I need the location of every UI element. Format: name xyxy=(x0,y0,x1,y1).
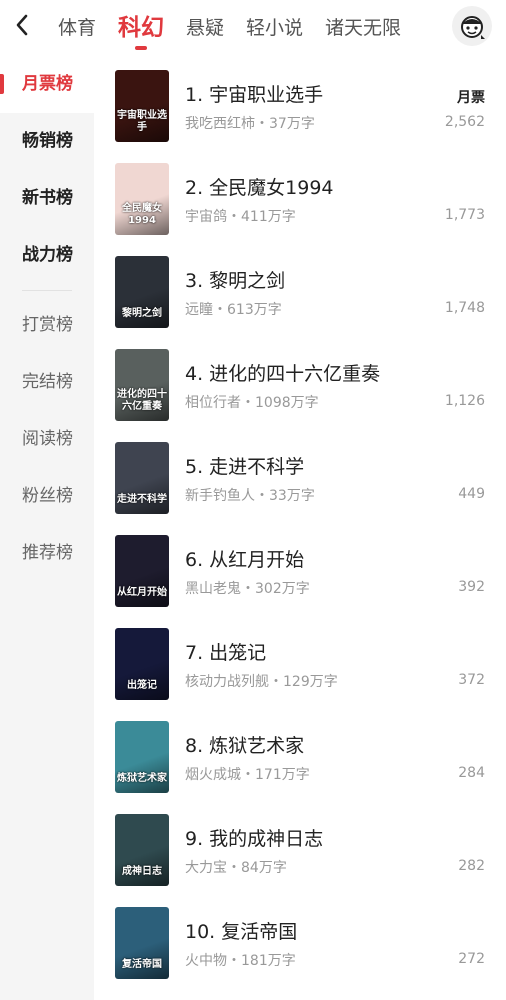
sidebar-item-label: 粉丝榜 xyxy=(22,486,73,506)
book-meta: 相位行者・1098万字 xyxy=(185,395,319,411)
cover-title: 走进不科学 xyxy=(117,494,167,505)
book-cover[interactable]: 成神日志 xyxy=(115,814,169,886)
back-arrow-icon[interactable] xyxy=(8,10,36,40)
book-title: 8. 炼狱艺术家 xyxy=(185,735,305,757)
list-item[interactable]: 进化的四十六亿重奏 4. 进化的四十六亿重奏 相位行者・1098万字 1,126 xyxy=(94,335,506,428)
sidebar-item-label: 阅读榜 xyxy=(22,429,73,449)
column-header: 月票 xyxy=(457,90,485,106)
list-item[interactable]: 宇宙职业选手 1. 宇宙职业选手 月票 我吃西红柿・37万字 2,562 xyxy=(94,56,506,149)
book-meta: 新手钓鱼人・33万字 xyxy=(185,488,315,504)
ticket-count: 392 xyxy=(458,579,485,595)
book-title: 3. 黎明之剑 xyxy=(185,270,286,292)
book-meta: 核动力战列舰・129万字 xyxy=(185,674,338,690)
book-cover[interactable]: 从红月开始 xyxy=(115,535,169,607)
book-title: 10. 复活帝国 xyxy=(185,921,298,943)
book-cover[interactable]: 黎明之剑 xyxy=(115,256,169,328)
tab-label: 体育 xyxy=(58,17,97,39)
tab-infinite-worlds[interactable]: 诸天无限 xyxy=(325,2,401,54)
cover-title: 进化的四十六亿重奏 xyxy=(117,389,167,412)
list-item[interactable]: 成神日志 9. 我的成神日志 大力宝・84万字 282 xyxy=(94,800,506,893)
book-cover[interactable]: 复活帝国 xyxy=(115,907,169,979)
list-item[interactable]: 炼狱艺术家 8. 炼狱艺术家 烟火成城・171万字 284 xyxy=(94,707,506,800)
book-title: 7. 出笼记 xyxy=(185,642,267,664)
book-cover[interactable]: 出笼记 xyxy=(115,628,169,700)
book-meta: 黑山老鬼・302万字 xyxy=(185,581,310,597)
book-title: 9. 我的成神日志 xyxy=(185,828,324,850)
cover-title: 复活帝国 xyxy=(122,959,162,970)
sidebar-item-label: 月票榜 xyxy=(22,74,73,94)
tab-scifi[interactable]: 科幻 xyxy=(118,2,164,54)
list-item[interactable]: 复活帝国 10. 复活帝国 火中物・181万字 272 xyxy=(94,893,506,986)
cover-title: 成神日志 xyxy=(122,866,162,877)
book-title: 4. 进化的四十六亿重奏 xyxy=(185,363,381,385)
book-meta: 大力宝・84万字 xyxy=(185,860,287,876)
tab-label: 科幻 xyxy=(118,15,165,41)
cover-title: 炼狱艺术家 xyxy=(117,773,167,784)
list-item[interactable]: 走进不科学 5. 走进不科学 新手钓鱼人・33万字 449 xyxy=(94,428,506,521)
sidebar-item-power[interactable]: 战力榜 xyxy=(0,227,94,284)
book-cover[interactable]: 宇宙职业选手 xyxy=(115,70,169,142)
list-item[interactable]: 全民魔女1994 2. 全民魔女1994 宇宙鸽・411万字 1,773 xyxy=(94,149,506,242)
sidebar-item-label: 畅销榜 xyxy=(22,131,73,151)
ranking-list: 宇宙职业选手 1. 宇宙职业选手 月票 我吃西红柿・37万字 2,562 全民魔… xyxy=(94,56,506,986)
cover-title: 从红月开始 xyxy=(117,587,167,598)
active-tab-indicator xyxy=(135,46,148,50)
sidebar-item-monthly-ticket[interactable]: 月票榜 xyxy=(0,56,94,113)
ticket-count: 284 xyxy=(458,765,485,781)
book-title: 6. 从红月开始 xyxy=(185,549,305,571)
sidebar-item-reading[interactable]: 阅读榜 xyxy=(0,411,94,468)
book-title: 2. 全民魔女1994 xyxy=(185,177,334,199)
ticket-count: 1,773 xyxy=(444,207,485,223)
book-meta: 烟火成城・171万字 xyxy=(185,767,310,783)
list-item[interactable]: 出笼记 7. 出笼记 核动力战列舰・129万字 372 xyxy=(94,614,506,707)
sidebar-item-fans[interactable]: 粉丝榜 xyxy=(0,468,94,525)
book-title: 1. 宇宙职业选手 xyxy=(185,84,324,106)
cover-title: 黎明之剑 xyxy=(122,308,162,319)
list-item[interactable]: 黎明之剑 3. 黎明之剑 远瞳・613万字 1,748 xyxy=(94,242,506,335)
ticket-count: 2,562 xyxy=(444,114,485,130)
tab-sports[interactable]: 体育 xyxy=(58,2,96,54)
ranking-sidebar: 月票榜 畅销榜 新书榜 战力榜 打赏榜 完结榜 阅读榜 粉丝榜 推荐榜 xyxy=(0,56,94,1000)
tab-light-novel[interactable]: 轻小说 xyxy=(246,2,303,54)
tab-label: 悬疑 xyxy=(186,17,225,39)
cover-title: 宇宙职业选手 xyxy=(117,110,167,133)
book-title: 5. 走进不科学 xyxy=(185,456,305,478)
sidebar-item-label: 推荐榜 xyxy=(22,543,73,563)
book-cover[interactable]: 炼狱艺术家 xyxy=(115,721,169,793)
book-meta: 宇宙鸽・411万字 xyxy=(185,209,296,225)
sidebar-item-new-books[interactable]: 新书榜 xyxy=(0,170,94,227)
sidebar-item-label: 战力榜 xyxy=(22,245,73,265)
book-cover[interactable]: 走进不科学 xyxy=(115,442,169,514)
ticket-count: 282 xyxy=(458,858,485,874)
tab-label: 轻小说 xyxy=(246,17,304,39)
sidebar-divider xyxy=(22,290,72,291)
top-bar: 体育 科幻 悬疑 轻小说 诸天无限 xyxy=(0,0,506,56)
cover-title: 全民魔女1994 xyxy=(122,203,162,226)
active-indicator xyxy=(0,74,4,94)
book-meta: 火中物・181万字 xyxy=(185,953,296,969)
book-meta: 远瞳・613万字 xyxy=(185,302,282,318)
sidebar-item-label: 新书榜 xyxy=(22,188,73,208)
category-tabs: 体育 科幻 悬疑 轻小说 诸天无限 xyxy=(58,0,401,56)
ticket-count: 1,748 xyxy=(444,300,485,316)
ticket-count: 272 xyxy=(458,951,485,967)
sidebar-item-completed[interactable]: 完结榜 xyxy=(0,354,94,411)
ticket-count: 1,126 xyxy=(444,393,485,409)
tab-label: 诸天无限 xyxy=(325,17,402,39)
sidebar-item-label: 完结榜 xyxy=(22,372,73,392)
sidebar-item-label: 打赏榜 xyxy=(22,315,73,335)
book-cover[interactable]: 进化的四十六亿重奏 xyxy=(115,349,169,421)
tab-mystery[interactable]: 悬疑 xyxy=(186,2,224,54)
user-avatar-icon[interactable] xyxy=(452,6,492,46)
book-cover[interactable]: 全民魔女1994 xyxy=(115,163,169,235)
sidebar-item-recommended[interactable]: 推荐榜 xyxy=(0,525,94,582)
ticket-count: 449 xyxy=(458,486,485,502)
ticket-count: 372 xyxy=(458,672,485,688)
book-meta: 我吃西红柿・37万字 xyxy=(185,116,315,132)
list-item[interactable]: 从红月开始 6. 从红月开始 黑山老鬼・302万字 392 xyxy=(94,521,506,614)
sidebar-item-bestseller[interactable]: 畅销榜 xyxy=(0,113,94,170)
sidebar-item-tips[interactable]: 打赏榜 xyxy=(0,297,94,354)
cover-title: 出笼记 xyxy=(127,680,157,691)
